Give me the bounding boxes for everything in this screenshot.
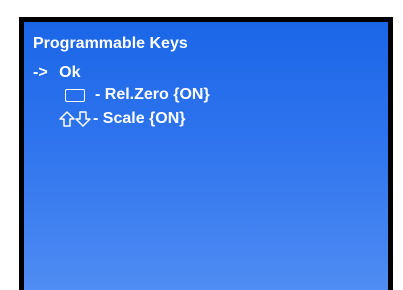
menu-item-ok-label: Ok [59,64,81,81]
menu-title: Programmable Keys [33,35,188,52]
menu-item-rel-zero[interactable]: - Rel.Zero {ON} [65,86,210,104]
display-frame: Programmable Keys -> Ok - Rel.Zero {ON} … [19,17,393,290]
menu-item-rel-zero-label: - Rel.Zero {ON} [95,86,210,103]
rectangle-key-icon [65,88,85,102]
menu-item-scale-label: - Scale {ON} [93,110,186,127]
menu-screen: Programmable Keys -> Ok - Rel.Zero {ON} … [24,22,388,290]
selection-marker: -> [33,64,48,81]
up-down-arrows-icon [59,111,91,127]
menu-item-scale[interactable]: - Scale {ON} [59,110,185,128]
menu-item-ok[interactable]: -> Ok [33,64,80,82]
